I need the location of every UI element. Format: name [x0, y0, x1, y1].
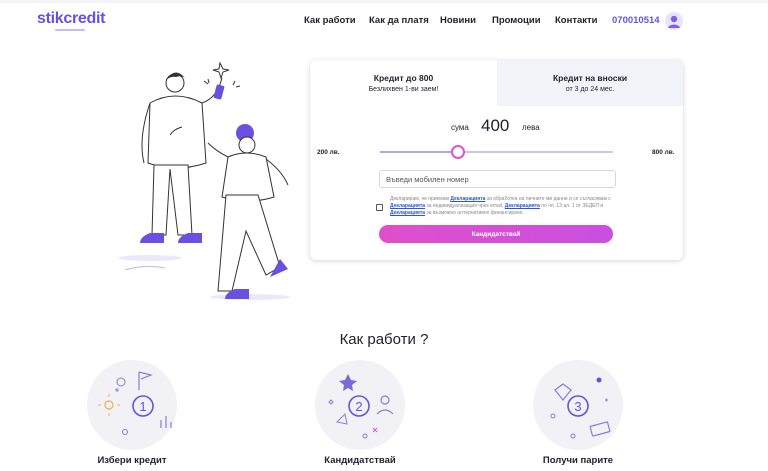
amount-slider[interactable] [380, 145, 613, 159]
declaration-link[interactable]: Декларацията [450, 196, 485, 202]
phone-number-input[interactable] [379, 170, 616, 188]
apply-button[interactable]: Кандидатствай [379, 225, 613, 243]
nav-promotions[interactable]: Промоции [492, 15, 541, 26]
step-number: 1 [139, 399, 146, 414]
header: stikcredit Как работи Как да платя Новин… [0, 4, 768, 38]
main-nav: Как работи Как да платя Новини Промоции … [0, 15, 768, 31]
tab-credit-up-to-800[interactable]: Кредит до 800 Безлихвен 1-ви заем! [310, 60, 497, 106]
tab-subtitle: от 3 до 24 мес. [565, 86, 615, 93]
step-get-money: 3 Получи парите [498, 358, 658, 471]
nav-contacts[interactable]: Контакти [555, 15, 598, 26]
amount-value: 400 [481, 116, 510, 135]
slider-thumb[interactable] [450, 145, 465, 159]
slider-max-label: 800 лв. [652, 149, 675, 156]
slider-min-label: 200 лв. [317, 149, 340, 156]
step-label: Избери кредит [97, 455, 167, 466]
declaration-link[interactable]: Декларацията [505, 203, 540, 209]
loan-calculator-card: Кредит до 800 Безлихвен 1-ви заем! Креди… [310, 60, 683, 260]
declaration-link[interactable]: Декларацията [390, 210, 425, 216]
top-strip [0, 0, 768, 3]
hero-illustration [100, 55, 310, 305]
nav-how-it-works[interactable]: Как работи [304, 15, 356, 26]
tab-installment-credit[interactable]: Кредит на вноски от 3 до 24 мес. [497, 60, 683, 106]
apply-icon: 2 [315, 360, 405, 450]
amount-display: сума 400 лева [310, 115, 683, 135]
user-icon[interactable] [665, 12, 683, 30]
step-apply: 2 Кандидатствай [280, 358, 440, 471]
declaration-link[interactable]: Декларацията [390, 203, 425, 209]
phone-link[interactable]: 070010514 [612, 15, 660, 26]
nav-news[interactable]: Новини [440, 15, 476, 26]
choose-credit-icon: 1 [87, 360, 177, 450]
consent-text: Декларирам, че приемам Декларацията за о… [390, 196, 611, 216]
how-it-works-title: Как работи ? [339, 331, 429, 348]
tab-title: Кредит на вноски [552, 73, 628, 83]
step-number: 3 [574, 399, 581, 414]
nav-how-to-pay[interactable]: Как да платя [369, 15, 429, 26]
step-label: Кандидатствай [324, 455, 396, 466]
slider-fill [380, 151, 458, 153]
tab-title: Кредит до 800 [373, 73, 434, 83]
get-money-icon: 3 [533, 360, 623, 450]
amount-prefix: сума [451, 123, 469, 132]
tab-subtitle: Безлихвен 1-ви заем! [368, 86, 439, 93]
step-number: 2 [355, 399, 362, 414]
step-choose-credit: 1 Избери кредит [52, 358, 212, 471]
consent-checkbox[interactable] [376, 204, 383, 211]
amount-suffix: лева [522, 123, 540, 132]
step-label: Получи парите [542, 455, 614, 466]
